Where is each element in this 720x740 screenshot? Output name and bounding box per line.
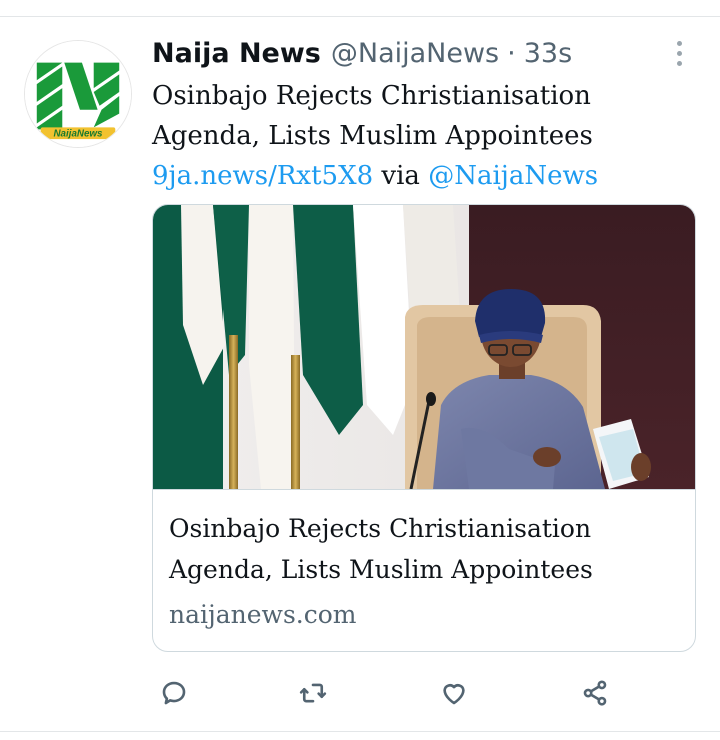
svg-text:NaijaNews: NaijaNews [53, 129, 103, 140]
more-options-button[interactable] [664, 36, 694, 70]
naija-news-logo: NaijaNews [25, 41, 131, 147]
avatar[interactable]: NaijaNews [24, 40, 132, 148]
card-title: Osinbajo Rejects Christianisation Agenda… [169, 508, 689, 590]
top-divider [0, 16, 720, 17]
display-name[interactable]: Naija News [152, 38, 321, 69]
tweet-header: Naija News @NaijaNews · 33s [152, 36, 572, 70]
short-link[interactable]: 9ja.news/Rxt5X8 [152, 161, 373, 191]
retweet-button[interactable] [296, 676, 330, 710]
reply-button[interactable] [157, 676, 191, 710]
user-handle[interactable]: @NaijaNews [331, 38, 499, 69]
more-dot-icon [676, 60, 682, 66]
like-button[interactable] [437, 676, 471, 710]
bottom-divider [0, 731, 720, 732]
timestamp[interactable]: 33s [524, 38, 572, 69]
card-title-line: Agenda, Lists Muslim Appointees [169, 555, 593, 584]
more-dot-icon [676, 40, 682, 46]
tweet-text: Osinbajo Rejects Christianisation Agenda… [152, 76, 702, 196]
share-button[interactable] [578, 676, 612, 710]
card-domain: naijanews.com [169, 600, 357, 629]
card-body: Osinbajo Rejects Christianisation Agenda… [153, 489, 695, 651]
mention-link[interactable]: @NaijaNews [428, 161, 598, 191]
card-title-line: Osinbajo Rejects Christianisation [169, 514, 592, 543]
separator-dot: · [507, 37, 516, 69]
link-preview-card[interactable]: Osinbajo Rejects Christianisation Agenda… [152, 204, 696, 652]
share-icon [583, 680, 607, 706]
via-label: via [381, 161, 420, 191]
retweet-icon [299, 683, 327, 703]
tweet-actions [0, 676, 720, 710]
tweet-link-line: 9ja.news/Rxt5X8 via @NaijaNews [152, 156, 702, 196]
tweet-text-line: Agenda, Lists Muslim Appointees [152, 121, 593, 151]
more-dot-icon [676, 50, 682, 56]
reply-icon [162, 681, 186, 705]
card-image [153, 205, 695, 489]
tweet-text-line: Osinbajo Rejects Christianisation [152, 81, 591, 111]
heart-icon [443, 684, 465, 705]
